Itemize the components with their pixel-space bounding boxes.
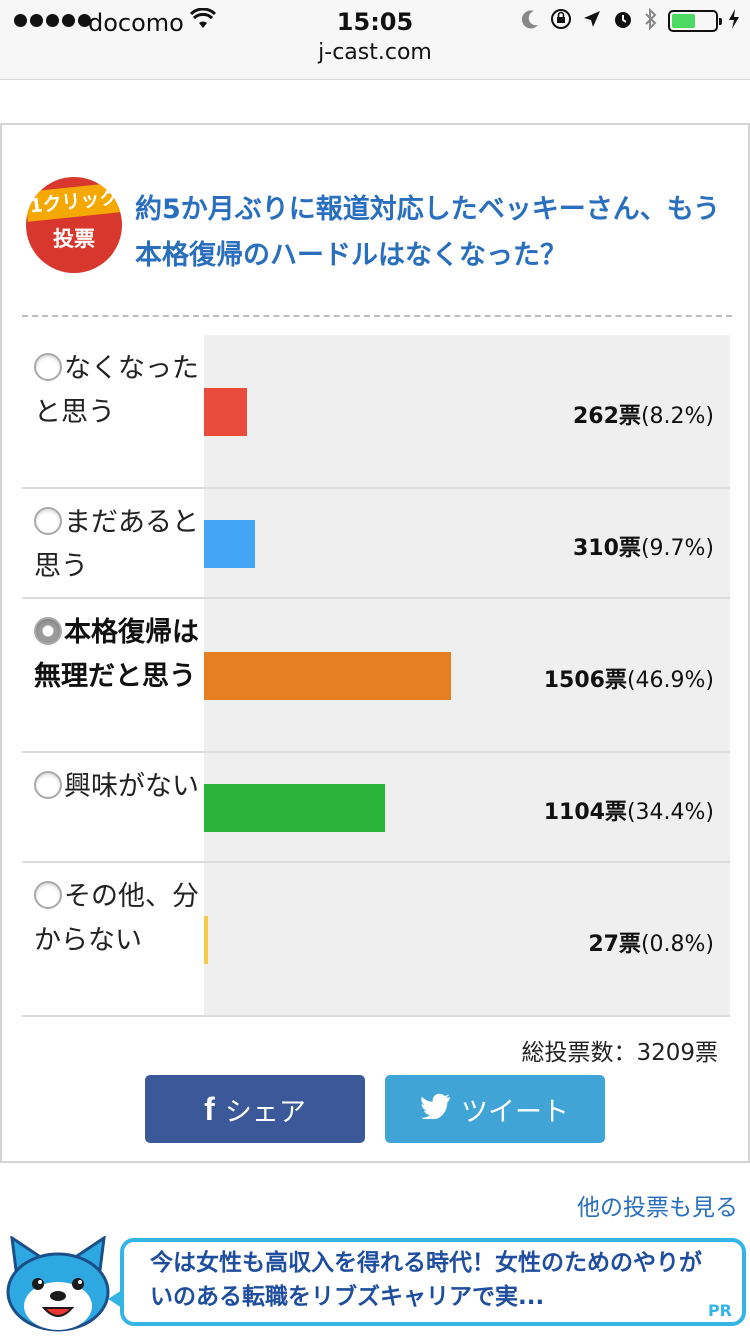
charging-icon bbox=[728, 8, 740, 34]
total-votes: 総投票数：3209票 bbox=[521, 1040, 718, 1066]
vote-percentage: (0.8%) bbox=[640, 932, 714, 957]
vote-count-number: 27票 bbox=[588, 932, 641, 957]
poll-option-row[interactable]: まだあると思う 310票(9.7%) bbox=[22, 489, 730, 599]
dog-mascot-icon bbox=[2, 1234, 114, 1332]
ad-text: 今は女性も高収入を得れる時代！女性のためのやりがいのある転職をリブズキャリアで実… bbox=[150, 1250, 702, 1310]
poll-card: 1クリック 投票 約5か月ぶりに報道対応したベッキーさん、もう本格復帰のハードル… bbox=[0, 123, 750, 1163]
badge-bottom-label: 投票 bbox=[53, 227, 95, 251]
vote-count: 1104票(34.4%) bbox=[544, 794, 714, 826]
see-other-polls-link[interactable]: 他の投票も見る bbox=[577, 1188, 738, 1222]
poll-option-label[interactable]: なくなったと思う bbox=[22, 335, 204, 487]
facebook-icon: f bbox=[204, 1090, 215, 1127]
poll-option-label[interactable]: まだあると思う bbox=[22, 489, 204, 597]
poll-option-row[interactable]: なくなったと思う 262票(8.2%) bbox=[22, 335, 730, 489]
moon-icon bbox=[521, 9, 540, 33]
vote-count-number: 310票 bbox=[573, 536, 641, 561]
result-bar bbox=[204, 520, 255, 568]
twitter-bird-icon bbox=[421, 1093, 451, 1126]
result-bar-track: 27票(0.8%) bbox=[204, 863, 730, 1015]
result-bar-track: 1104票(34.4%) bbox=[204, 753, 730, 861]
one-click-vote-badge: 1クリック 投票 bbox=[26, 177, 122, 273]
location-icon bbox=[582, 9, 602, 33]
ad-speech-bubble[interactable]: 今は女性も高収入を得れる時代！女性のためのやりがいのある転職をリブズキャリアで実… bbox=[108, 1238, 746, 1326]
pr-label: PR bbox=[707, 1301, 732, 1320]
result-bar-track: 310票(9.7%) bbox=[204, 489, 730, 597]
tweet-label: ツイート bbox=[461, 1096, 569, 1128]
radio-button[interactable] bbox=[34, 507, 62, 535]
poll-option-row[interactable]: その他、分からない 27票(0.8%) bbox=[22, 863, 730, 1017]
poll-options: なくなったと思う 262票(8.2%) まだあると思う 310票(9.7%) 本格復帰は… bbox=[22, 335, 730, 1017]
vote-percentage: (9.7%) bbox=[640, 536, 714, 561]
poll-option-label[interactable]: その他、分からない bbox=[22, 863, 204, 1015]
radio-button[interactable] bbox=[34, 353, 62, 381]
result-bar bbox=[204, 388, 247, 436]
vote-percentage: (46.9%) bbox=[626, 668, 714, 693]
vote-count-number: 262票 bbox=[573, 404, 641, 429]
radio-button[interactable] bbox=[34, 771, 62, 799]
radio-button[interactable] bbox=[34, 617, 62, 645]
poll-option-label[interactable]: 本格復帰は無理だと思う bbox=[22, 599, 204, 751]
result-bar-track: 1506票(46.9%) bbox=[204, 599, 730, 751]
vote-count: 1506票(46.9%) bbox=[544, 662, 714, 694]
battery-icon bbox=[668, 10, 722, 32]
radio-button[interactable] bbox=[34, 881, 62, 909]
poll-option-row[interactable]: 本格復帰は無理だと思う 1506票(46.9%) bbox=[22, 599, 730, 753]
status-bar: docomo 15:05 j-cast.com bbox=[0, 0, 750, 80]
poll-question: 約5か月ぶりに報道対応したベッキーさん、もう本格復帰のハードルはなくなった？ bbox=[135, 194, 720, 271]
vote-count: 262票(8.2%) bbox=[573, 398, 714, 430]
vote-count: 27票(0.8%) bbox=[588, 926, 714, 958]
alarm-icon bbox=[612, 8, 634, 34]
vote-count-number: 1506票 bbox=[543, 668, 627, 693]
result-bar-track: 262票(8.2%) bbox=[204, 335, 730, 487]
tweet-button[interactable]: ツイート bbox=[385, 1075, 605, 1143]
vote-percentage: (34.4%) bbox=[626, 800, 714, 825]
bluetooth-icon bbox=[644, 7, 658, 34]
option-text: 興味がない bbox=[64, 771, 199, 802]
poll-option-row[interactable]: 興味がない 1104票(34.4%) bbox=[22, 753, 730, 863]
result-bar bbox=[204, 916, 208, 964]
vote-count: 310票(9.7%) bbox=[573, 530, 714, 562]
badge-top-label: 1クリック bbox=[26, 182, 122, 222]
result-bar bbox=[204, 784, 385, 832]
divider bbox=[22, 315, 732, 317]
vote-count-number: 1104票 bbox=[543, 800, 627, 825]
orientation-lock-icon bbox=[550, 8, 572, 34]
poll-option-label[interactable]: 興味がない bbox=[22, 753, 204, 861]
facebook-share-button[interactable]: f シェア bbox=[145, 1075, 365, 1143]
url-bar[interactable]: j-cast.com bbox=[0, 40, 750, 65]
vote-percentage: (8.2%) bbox=[640, 404, 714, 429]
result-bar bbox=[204, 652, 451, 700]
ad-banner[interactable]: 今は女性も高収入を得れる時代！女性のためのやりがいのある転職をリブズキャリアで実… bbox=[0, 1232, 750, 1334]
share-label: シェア bbox=[224, 1096, 306, 1128]
